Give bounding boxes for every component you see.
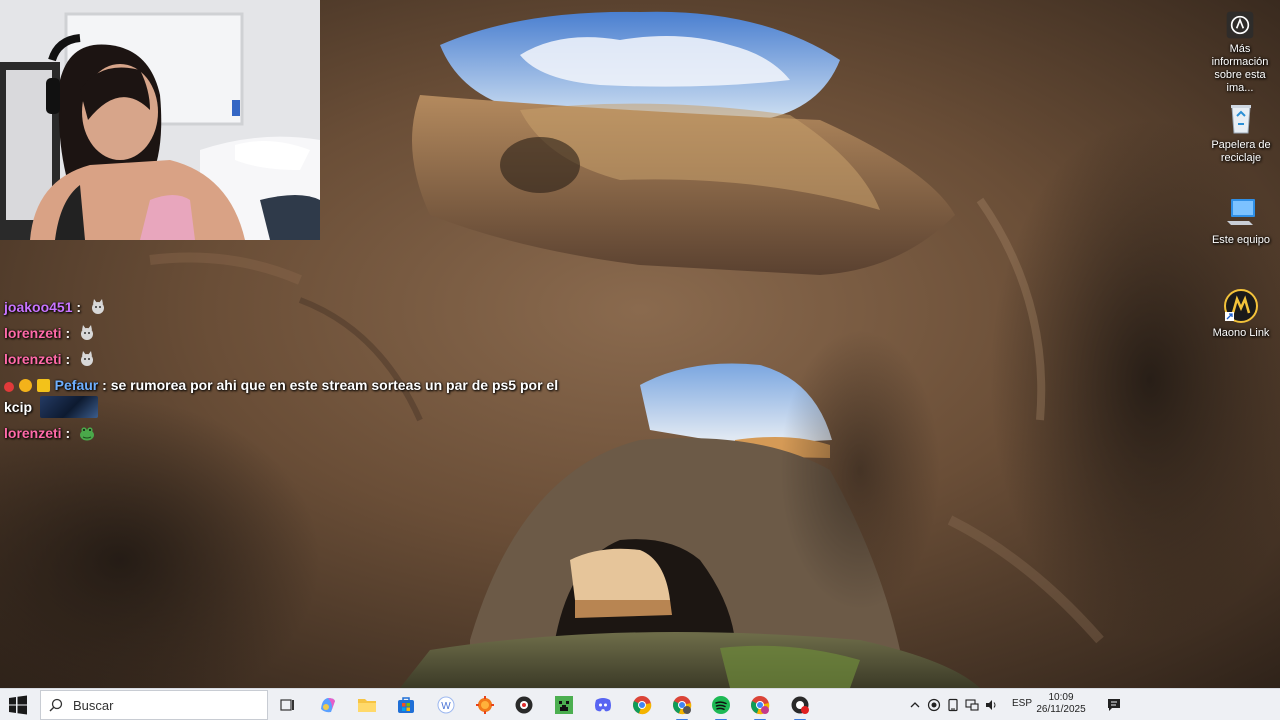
chat-separator: :: [76, 299, 82, 315]
svg-text:W: W: [441, 701, 451, 712]
chat-separator: :: [65, 325, 71, 341]
chat-username: lorenzeti: [4, 425, 62, 441]
store-icon: [398, 697, 414, 713]
cat-emote: [81, 325, 94, 340]
info-icon: [1226, 11, 1254, 39]
chat-message: Pefaur : se rumorea por ahi que en este …: [4, 374, 564, 418]
search-icon: [49, 698, 63, 712]
taskbar: Buscar W ESP 10:09 26/11/2025: [0, 688, 1280, 720]
chevron-up-icon[interactable]: [908, 698, 922, 712]
clock[interactable]: 10:09 26/11/2025: [1033, 692, 1089, 716]
obs-button[interactable]: [512, 693, 536, 717]
wps-button[interactable]: W: [434, 693, 458, 717]
clock-date: 26/11/2025: [1036, 704, 1086, 715]
record-indicator-icon[interactable]: [927, 698, 941, 712]
file-explorer-button[interactable]: [355, 693, 379, 717]
desktop-icon-label: Este equipo: [1211, 234, 1271, 246]
system-tray: ESP 10:09 26/11/2025: [910, 689, 1280, 720]
chrome-profile-2-icon: [751, 696, 770, 715]
spotify-button[interactable]: [709, 693, 733, 720]
windows-start-icon[interactable]: [8, 695, 28, 715]
chat-overlay: joakoo451 : lorenzeti : lorenzeti : Pefa…: [4, 294, 564, 446]
phone-link-icon[interactable]: [946, 698, 960, 712]
chat-username: joakoo451: [4, 299, 73, 315]
recycle-bin-icon: [1231, 105, 1251, 134]
desktop-icon-label: Papelera de reciclaje: [1211, 139, 1271, 164]
store-button[interactable]: [394, 693, 418, 717]
minecraft-icon: [555, 696, 573, 714]
obs-record-button[interactable]: [788, 693, 812, 720]
orange-app-button[interactable]: [473, 693, 497, 717]
chat-username: Pefaur: [54, 377, 99, 393]
network-icon[interactable]: [965, 698, 979, 712]
orange-app-icon: [476, 696, 494, 714]
frog-emote: [80, 427, 95, 441]
desktop-icon-maono-link[interactable]: Maono Link: [1201, 288, 1280, 340]
obs-record-icon: [791, 696, 809, 714]
chat-message: lorenzeti :: [4, 420, 564, 446]
chat-text-continued: kcip: [4, 399, 33, 415]
badge-icon: [18, 379, 32, 392]
notification-icon[interactable]: [1106, 697, 1122, 713]
chat-separator: :: [65, 425, 71, 441]
cat-emote: [91, 299, 104, 314]
desktop-icon-label: Maono Link: [1212, 327, 1270, 339]
discord-icon: [595, 698, 611, 712]
desktop-icon-this-pc[interactable]: Este equipo: [1201, 195, 1280, 247]
spotify-icon: [712, 696, 730, 714]
kcip-image: [39, 396, 98, 418]
obs-icon: [515, 696, 533, 714]
chat-separator: :: [65, 351, 71, 367]
task-view-button[interactable]: [276, 693, 300, 717]
chat-username: lorenzeti: [4, 325, 62, 341]
cat-emote: [81, 351, 94, 366]
desktop-icon-info[interactable]: Más información sobre esta ima...: [1200, 10, 1280, 95]
taskbar-search-box[interactable]: Buscar: [40, 690, 268, 720]
chrome-profile-button[interactable]: [670, 693, 694, 720]
minecraft-button[interactable]: [552, 693, 576, 717]
chat-message: joakoo451 :: [4, 294, 564, 320]
chrome-profile-icon: [673, 696, 692, 715]
this-pc-icon: [1227, 199, 1255, 225]
badge-icon: [36, 379, 50, 392]
maono-link-icon: [1224, 289, 1258, 323]
desktop-icon-recycle-bin[interactable]: Papelera de reciclaje: [1201, 100, 1280, 165]
badge-icon: [4, 382, 14, 392]
file-explorer-icon: [358, 699, 376, 712]
chat-message: lorenzeti :: [4, 320, 564, 346]
discord-button[interactable]: [591, 693, 615, 717]
copilot-button[interactable]: [316, 693, 340, 717]
chrome-profile-2-button[interactable]: [748, 693, 772, 720]
chrome-button[interactable]: [630, 693, 654, 717]
chat-username: lorenzeti: [4, 351, 62, 367]
desktop-icon-label: Más información sobre esta ima...: [1211, 43, 1269, 94]
chat-separator: :: [102, 377, 107, 393]
chat-text: se rumorea por ahi que en este stream so…: [110, 377, 559, 393]
search-placeholder: Buscar: [73, 697, 114, 713]
language-indicator[interactable]: ESP: [1012, 698, 1032, 709]
chrome-icon: [633, 696, 652, 715]
wps-icon: W: [437, 696, 455, 714]
task-view-icon: [280, 699, 294, 711]
volume-icon[interactable]: [984, 698, 998, 712]
webcam-overlay: [0, 0, 320, 240]
copilot-icon: [321, 698, 335, 713]
clock-time: 10:09: [1048, 692, 1074, 703]
chat-message: lorenzeti :: [4, 346, 564, 372]
